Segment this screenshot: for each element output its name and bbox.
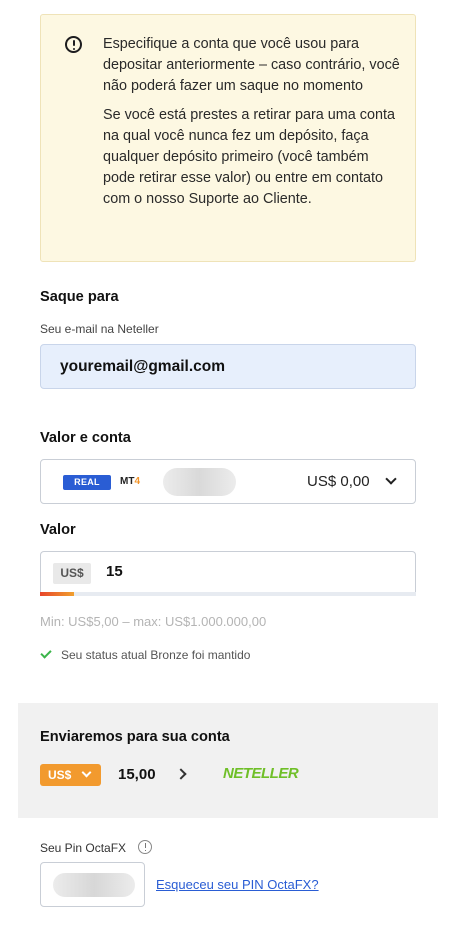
email-label: Seu e-mail na Neteller bbox=[40, 322, 159, 336]
warning-box: Especifique a conta que você usou para d… bbox=[40, 14, 416, 262]
send-title: Enviaremos para sua conta bbox=[40, 729, 230, 745]
send-amount: 15,00 bbox=[118, 766, 156, 783]
info-icon[interactable] bbox=[138, 840, 152, 854]
send-currency-label: US$ bbox=[48, 768, 72, 782]
amount-title: Valor bbox=[40, 522, 76, 538]
send-panel: Enviaremos para sua conta US$ 15,00 NETE… bbox=[18, 703, 438, 818]
check-icon bbox=[40, 647, 52, 659]
account-number-redacted bbox=[163, 468, 236, 496]
chevron-down-icon bbox=[81, 767, 92, 778]
chevron-down-icon bbox=[385, 473, 397, 485]
neteller-logo: NETELLER bbox=[223, 765, 299, 782]
amount-progress-fill bbox=[40, 592, 74, 596]
account-balance: US$ 0,00 bbox=[307, 473, 370, 490]
platform-prefix: MT bbox=[120, 476, 135, 487]
send-currency-select[interactable]: US$ bbox=[40, 764, 101, 786]
forgot-pin-link[interactable]: Esqueceu seu PIN OctaFX? bbox=[156, 877, 319, 892]
platform-label: MT4 bbox=[120, 476, 140, 487]
account-select[interactable]: REAL MT4 US$ 0,00 bbox=[40, 459, 416, 504]
warning-paragraph-2: Se você está prestes a retirar para uma … bbox=[103, 107, 395, 207]
warning-paragraph-1: Especifique a conta que você usou para d… bbox=[103, 36, 400, 94]
amount-limits: Min: US$5,00 – max: US$1.000.000,00 bbox=[40, 614, 267, 629]
pin-label: Seu Pin OctaFX bbox=[40, 841, 127, 855]
currency-tag: US$ bbox=[53, 563, 91, 584]
email-field[interactable]: youremail@gmail.com bbox=[40, 344, 416, 389]
warning-text: Especifique a conta que você usou para d… bbox=[103, 34, 403, 209]
pin-value-redacted bbox=[53, 873, 135, 897]
withdraw-to-title: Saque para bbox=[40, 289, 119, 305]
status-row: Seu status atual Bronze foi mantido bbox=[40, 647, 251, 662]
status-text: Seu status atual Bronze foi mantido bbox=[61, 648, 251, 662]
platform-number: 4 bbox=[134, 476, 141, 487]
account-type-badge: REAL bbox=[63, 475, 111, 490]
amount-input[interactable]: US$ 15 bbox=[40, 551, 416, 593]
alert-circle-icon bbox=[65, 36, 82, 53]
pin-input[interactable] bbox=[40, 862, 145, 907]
chevron-right-icon bbox=[175, 768, 187, 780]
amount-progress-bar bbox=[40, 592, 416, 596]
account-title: Valor e conta bbox=[40, 430, 131, 446]
amount-value: 15 bbox=[106, 563, 123, 580]
